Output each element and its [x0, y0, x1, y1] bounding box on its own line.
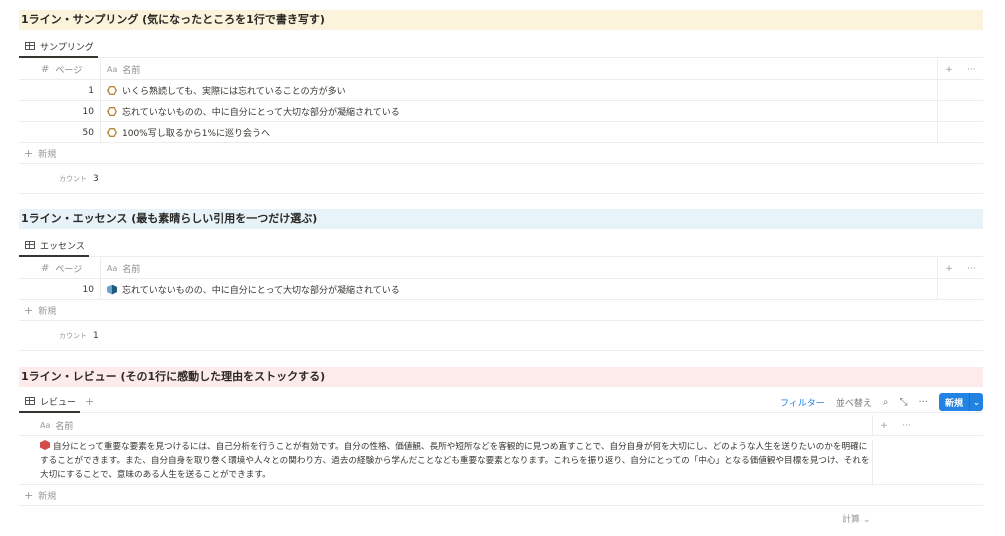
- column-label: ページ: [55, 66, 83, 76]
- hexagon-icon: [107, 284, 117, 295]
- header-actions: + ···: [938, 258, 983, 279]
- table-header: Aa 名前 + ···: [19, 415, 983, 436]
- row-title: いくら熟読しても、実際には忘れていることの方が多い: [122, 87, 346, 97]
- tab-essence[interactable]: エッセンス: [19, 235, 89, 257]
- name-cell[interactable]: 忘れていないものの、中に自分にとって大切な部分が凝縮されている: [101, 101, 938, 122]
- table-icon: [25, 397, 35, 405]
- sort-button[interactable]: 並べ替え: [836, 396, 872, 409]
- table-header: # ページ Aa 名前 + ···: [19, 59, 983, 80]
- column-label: 名前: [122, 265, 141, 275]
- calculate-button[interactable]: 計算 ⌄: [842, 512, 870, 525]
- new-row-label: 新規: [38, 149, 57, 160]
- number-icon: #: [41, 64, 50, 75]
- table-icon: [25, 42, 35, 50]
- row-title: 忘れていないものの、中に自分にとって大切な部分が凝縮されている: [122, 108, 400, 118]
- search-icon[interactable]: ⌕: [883, 397, 889, 408]
- section-heading-essence: 1ライン・エッセンス (最も素晴らしい引用を一つだけ選ぶ): [19, 209, 983, 229]
- row-title: 忘れていないものの、中に自分にとって大切な部分が凝縮されている: [122, 286, 400, 296]
- column-label: ページ: [55, 265, 83, 275]
- hexagon-icon: [107, 128, 117, 137]
- column-label: 名前: [55, 422, 74, 432]
- page-cell[interactable]: 1: [19, 80, 101, 101]
- new-row-button[interactable]: + 新規: [19, 300, 983, 321]
- count-footer[interactable]: カウント 1: [19, 321, 983, 351]
- table-header: # ページ Aa 名前 + ···: [19, 258, 983, 279]
- count-value: 1: [93, 330, 99, 341]
- more-icon[interactable]: ···: [902, 421, 911, 431]
- table-row[interactable]: 1 いくら熟読しても、実際には忘れていることの方が多い: [19, 80, 983, 101]
- name-cell[interactable]: 忘れていないものの、中に自分にとって大切な部分が凝縮されている: [101, 279, 938, 300]
- table-row[interactable]: 10 忘れていないものの、中に自分にとって大切な部分が凝縮されている: [19, 279, 983, 300]
- view-tabbar: エッセンス: [19, 235, 983, 257]
- new-button[interactable]: 新規 ⌄: [938, 393, 983, 411]
- page-cell[interactable]: 10: [19, 279, 101, 300]
- tab-sampling[interactable]: サンプリング: [19, 36, 98, 58]
- table-row[interactable]: 10 忘れていないものの、中に自分にとって大切な部分が凝縮されている: [19, 101, 983, 122]
- add-property-icon[interactable]: +: [945, 264, 953, 274]
- section-heading-sampling: 1ライン・サンプリング (気になったところを1行で書き写す): [19, 10, 983, 30]
- tab-label: エッセンス: [40, 241, 85, 252]
- new-row-label: 新規: [38, 491, 57, 502]
- new-row-label: 新規: [38, 306, 57, 317]
- new-button-label: 新規: [944, 398, 963, 409]
- text-type-icon: Aa: [107, 264, 118, 273]
- chevron-down-icon[interactable]: ⌄: [969, 393, 983, 411]
- table-row[interactable]: 自分にとって重要な要素を見つけるには、自己分析を行うことが有効です。自分の性格、…: [19, 436, 983, 485]
- section-heading-review: 1ライン・レビュー (その1行に感動した理由をストックする): [19, 367, 983, 387]
- text-type-icon: Aa: [40, 421, 51, 430]
- view-tabbar: サンプリング: [19, 36, 983, 58]
- view-toolbar: フィルター 並べ替え ⌕ ⤡ ··· 新規 ⌄: [780, 393, 983, 411]
- plus-icon: +: [24, 303, 34, 317]
- count-label: カウント: [59, 331, 87, 340]
- column-header-page[interactable]: # ページ: [19, 59, 101, 80]
- more-icon[interactable]: ···: [918, 397, 928, 408]
- name-cell[interactable]: 自分にとって重要な要素を見つけるには、自己分析を行うことが有効です。自分の性格、…: [40, 440, 873, 485]
- tab-label: レビュー: [40, 397, 77, 408]
- more-icon[interactable]: ···: [967, 65, 976, 75]
- count-footer[interactable]: カウント 3: [19, 164, 983, 194]
- expand-icon[interactable]: ⤡: [899, 397, 907, 408]
- count-label: カウント: [59, 174, 87, 183]
- new-row-button[interactable]: + 新規: [19, 143, 983, 164]
- hexagon-icon: [40, 440, 50, 450]
- column-header-name[interactable]: Aa 名前: [101, 59, 938, 80]
- plus-icon: +: [24, 488, 34, 502]
- page-cell[interactable]: 50: [19, 122, 101, 143]
- add-property-icon[interactable]: +: [945, 65, 953, 75]
- name-cell[interactable]: いくら熟読しても、実際には忘れていることの方が多い: [101, 80, 938, 101]
- tab-review[interactable]: レビュー: [19, 391, 81, 413]
- sampling-table: # ページ Aa 名前 + ··· 1 いくら熟読しても、実際には忘れていること…: [19, 59, 983, 194]
- header-actions: + ···: [873, 415, 918, 436]
- count-value: 3: [93, 173, 99, 184]
- table-icon: [25, 241, 35, 249]
- page-cell[interactable]: 10: [19, 101, 101, 122]
- more-icon[interactable]: ···: [967, 264, 976, 274]
- column-header-name[interactable]: Aa 名前: [19, 415, 873, 436]
- review-table: Aa 名前 + ··· 自分にとって重要な要素を見つけるには、自己分析を行うこと…: [19, 415, 983, 506]
- text-type-icon: Aa: [107, 65, 118, 74]
- column-header-name[interactable]: Aa 名前: [101, 258, 938, 279]
- hexagon-icon: [107, 107, 117, 116]
- tab-label: サンプリング: [40, 42, 94, 53]
- filter-button[interactable]: フィルター: [780, 396, 825, 409]
- row-title: 100%写し取るから1%に巡り会うへ: [122, 129, 271, 139]
- header-actions: + ···: [938, 59, 983, 80]
- plus-icon: +: [24, 146, 34, 160]
- row-title: 自分にとって重要な要素を見つけるには、自己分析を行うことが有効です。自分の性格、…: [40, 442, 870, 480]
- hexagon-icon: [107, 86, 117, 95]
- number-icon: #: [41, 263, 50, 274]
- new-row-button[interactable]: + 新規: [19, 485, 983, 506]
- table-row[interactable]: 50 100%写し取るから1%に巡り会うへ: [19, 122, 983, 143]
- essence-table: # ページ Aa 名前 + ··· 10 忘れていないものの、中に自分にとって大…: [19, 258, 983, 351]
- column-header-page[interactable]: # ページ: [19, 258, 101, 279]
- name-cell[interactable]: 100%写し取るから1%に巡り会うへ: [101, 122, 938, 143]
- add-property-icon[interactable]: +: [880, 421, 888, 431]
- column-label: 名前: [122, 66, 141, 76]
- add-view-button[interactable]: +: [85, 395, 94, 408]
